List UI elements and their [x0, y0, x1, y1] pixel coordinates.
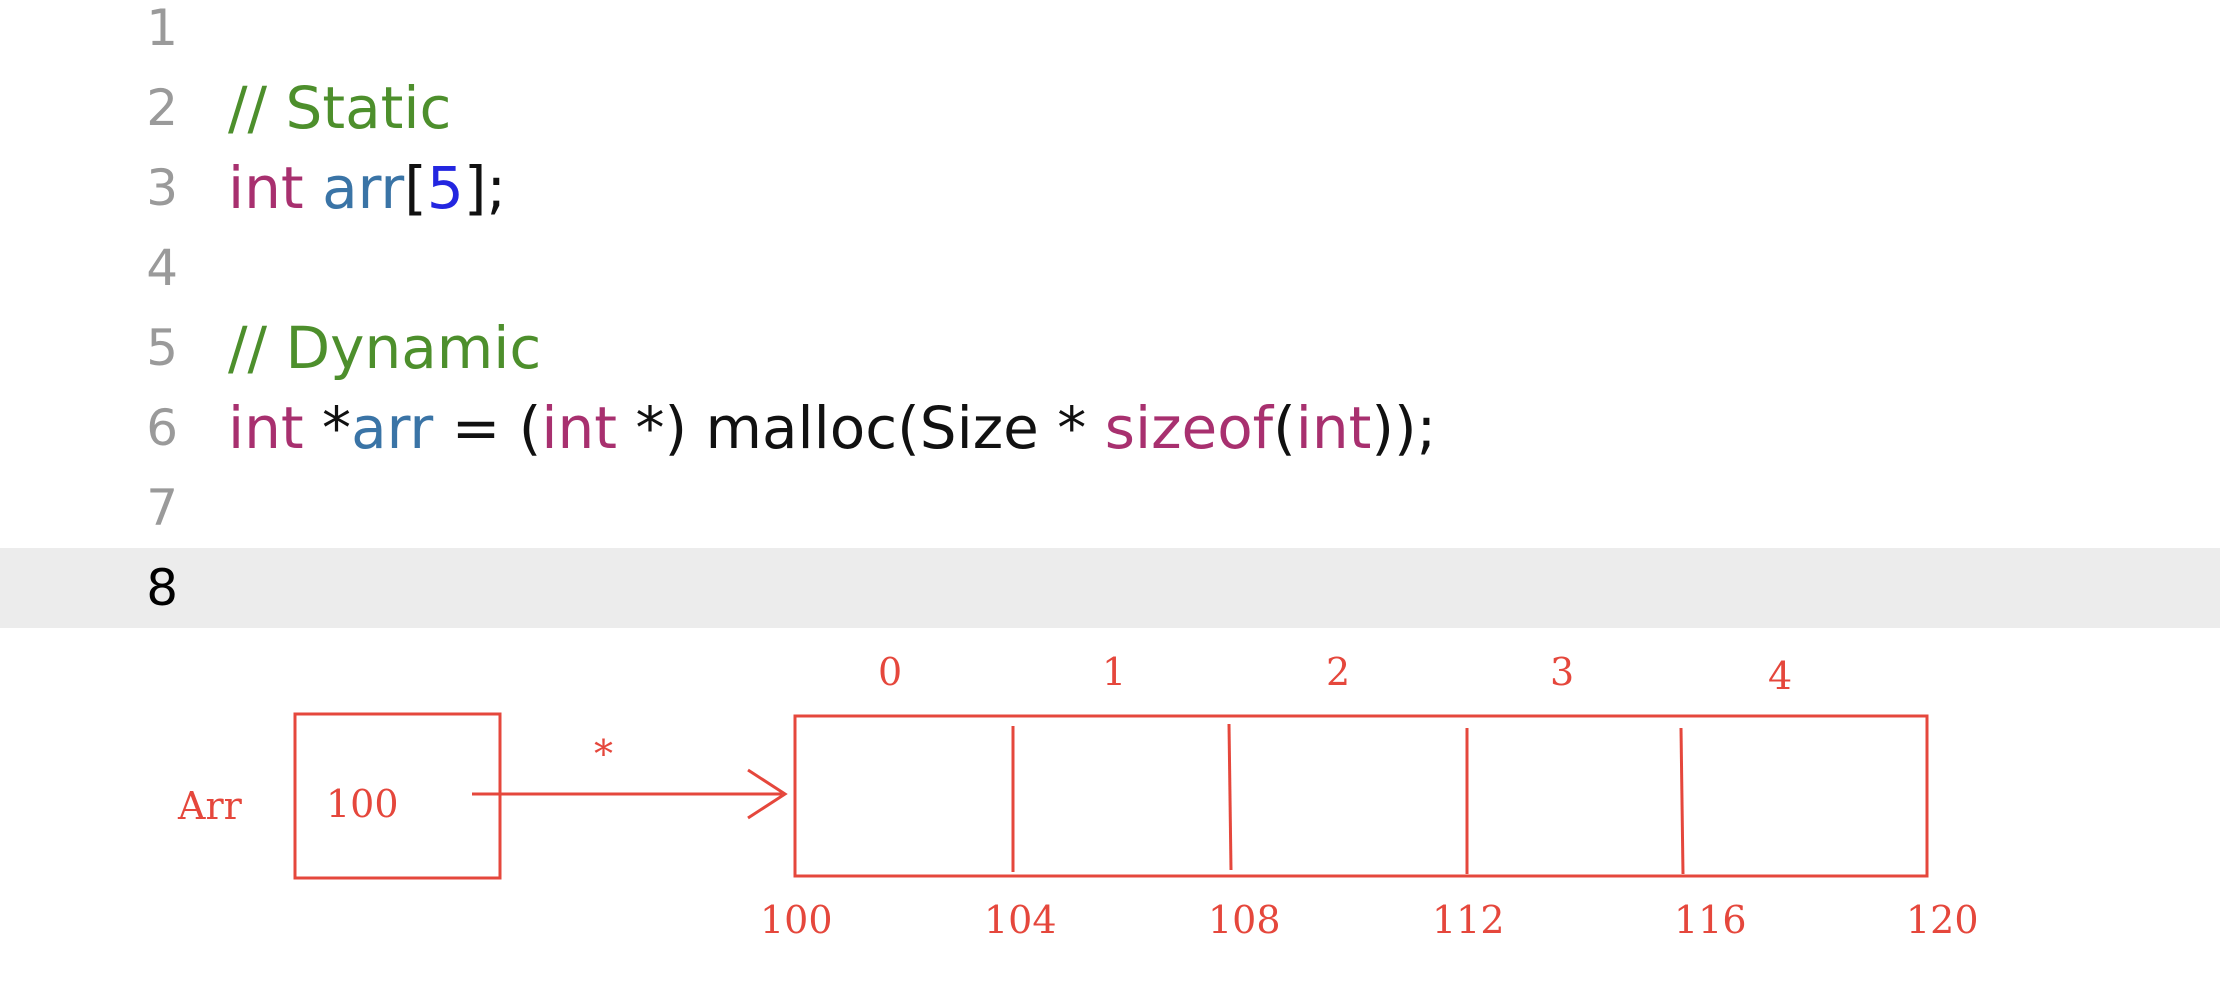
editor-line[interactable]: 5 // Dynamic — [0, 308, 2220, 388]
index-label: 4 — [1768, 654, 1793, 698]
pointer-value-label: 100 — [326, 782, 399, 826]
editor-line[interactable]: 6 int *arr = (int *) malloc(Size * sizeof… — [0, 388, 2220, 468]
code-token-keyword: int — [541, 394, 618, 462]
line-number: 1 — [146, 0, 178, 57]
array-box — [793, 714, 1929, 878]
index-label: 1 — [1102, 650, 1127, 694]
line-number: 4 — [146, 239, 178, 297]
editor-line[interactable]: 4 — [0, 228, 2220, 308]
code-editor[interactable]: 1 2// Static 3 int arr[5]; 4 5// Dynamic 6 int … — [0, 0, 2220, 628]
code-token-plain: )); — [1371, 394, 1437, 462]
line-number: 2 — [146, 79, 178, 137]
code-token-plain: [ — [404, 154, 427, 222]
code-text[interactable]: // Dynamic — [228, 314, 541, 382]
code-token-plain: * — [303, 394, 352, 462]
code-token-plain: = ( — [433, 394, 542, 462]
editor-line-current[interactable]: 8 — [0, 548, 2220, 628]
editor-line[interactable]: 2 // Static — [0, 68, 2220, 148]
index-label: 0 — [878, 650, 903, 694]
code-token-keyword: int — [228, 154, 304, 222]
code-text[interactable]: int *arr = (int *) malloc(Size * sizeof(… — [228, 394, 1436, 462]
code-token-comment: // Static — [228, 74, 452, 142]
address-label: 112 — [1432, 898, 1505, 942]
pointer-name-label: Arr — [178, 784, 242, 828]
code-text[interactable]: int arr[5]; — [228, 154, 506, 222]
code-token-keyword: int — [228, 394, 304, 462]
line-number: 8 — [146, 559, 178, 617]
address-label: 104 — [984, 898, 1057, 942]
code-token-plain: ]; — [463, 154, 506, 222]
code-token-keyword: int — [1295, 394, 1372, 462]
code-token-keyword: sizeof — [1104, 394, 1274, 462]
code-token-comment: // Dynamic — [228, 314, 542, 382]
array-divider — [1679, 727, 1685, 875]
editor-line[interactable]: 3 int arr[5]; — [0, 148, 2220, 228]
line-number: 6 — [146, 399, 178, 457]
address-label: 120 — [1906, 898, 1979, 942]
deref-symbol: * — [594, 732, 613, 776]
address-label: 108 — [1208, 898, 1281, 942]
line-number: 7 — [146, 479, 178, 537]
index-label: 2 — [1326, 650, 1351, 694]
line-number: 3 — [146, 159, 178, 217]
code-text[interactable]: // Static — [228, 74, 451, 142]
editor-line[interactable]: 7 — [0, 468, 2220, 548]
code-token-plain: ( — [1273, 394, 1296, 462]
index-label: 3 — [1550, 650, 1575, 694]
address-label: 100 — [760, 898, 833, 942]
editor-line[interactable]: 1 — [0, 0, 2220, 68]
address-label: 116 — [1674, 898, 1747, 942]
code-token-ident: arr — [351, 394, 434, 462]
line-number: 5 — [146, 319, 178, 377]
memory-diagram: Arr 100 * 0 1 2 3 4 100 104 108 112 116 … — [0, 628, 2220, 992]
code-token-plain: *) malloc(Size * — [617, 394, 1105, 462]
code-token-number: 5 — [426, 154, 464, 222]
code-token-ident: arr — [322, 154, 405, 222]
array-divider — [1227, 723, 1233, 871]
